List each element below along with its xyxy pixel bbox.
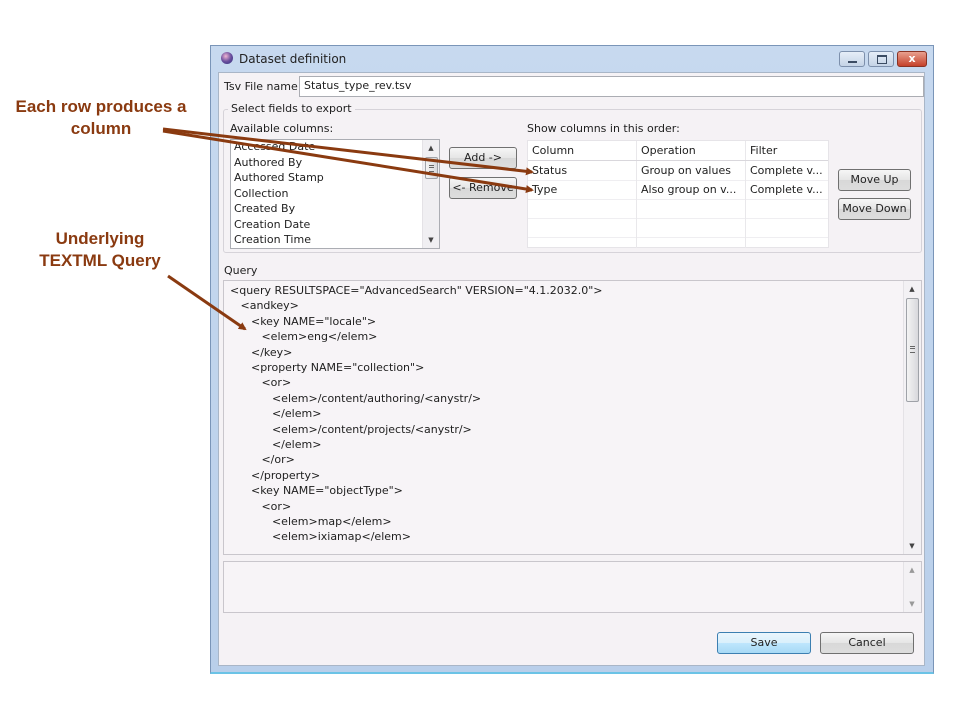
scroll-up-arrow-icon[interactable]: ▲ <box>904 281 920 297</box>
table-row-empty <box>528 199 828 219</box>
title-bar[interactable]: Dataset definition x <box>211 46 933 72</box>
show-columns-order-label: Show columns in this order: <box>527 122 680 135</box>
table-row-empty <box>528 237 828 248</box>
maximize-button[interactable] <box>868 51 894 67</box>
app-globe-icon <box>221 52 233 64</box>
annotation-textml-query: Underlying TEXTML Query <box>39 229 161 270</box>
list-item[interactable]: Created By <box>231 201 439 217</box>
column-header-filter[interactable]: Filter <box>746 141 830 160</box>
secondary-textarea[interactable]: ▲ ▼ <box>223 561 922 613</box>
annotation-row-produces-column: Each row produces a column <box>15 97 187 138</box>
scroll-thumb[interactable] <box>425 157 438 179</box>
secondary-scrollbar[interactable]: ▲ ▼ <box>903 562 921 612</box>
cell-operation[interactable]: Also group on v... <box>637 180 746 199</box>
tsv-file-name-label: Tsv File name <box>224 80 298 93</box>
query-line: </elem> <box>230 407 322 421</box>
window-title: Dataset definition <box>239 52 347 66</box>
cell-column: Status <box>528 161 637 180</box>
table-header: Column Operation Filter <box>528 141 828 161</box>
close-icon: x <box>908 52 916 65</box>
table-row[interactable]: Type Also group on v... Complete v... <box>528 180 828 200</box>
dialog-body: Tsv File name Status_type_rev.tsv Select… <box>218 72 925 666</box>
scroll-down-arrow-icon[interactable]: ▼ <box>904 596 920 612</box>
query-line: <property NAME="collection"> <box>230 361 425 374</box>
query-line: <elem>eng</elem> <box>230 330 378 344</box>
query-label: Query <box>224 264 258 277</box>
query-line: </property> <box>230 468 321 482</box>
add-button[interactable]: Add -> <box>449 147 517 169</box>
table-row[interactable]: Status Group on values Complete v... <box>528 161 828 181</box>
grip-icon <box>429 165 434 172</box>
query-line: <elem>/content/projects/<anystr/> <box>230 422 472 436</box>
query-line: <elem>ixiamap</elem> <box>230 530 411 544</box>
query-line: <query RESULTSPACE="AdvancedSearch" VERS… <box>230 284 603 297</box>
cell-column: Type <box>528 180 637 199</box>
query-textarea[interactable]: <elem>ixiamap</elem> <elem>map</elem> <o… <box>223 280 922 555</box>
list-item[interactable]: Creation Date <box>231 217 439 233</box>
available-columns-label: Available columns: <box>230 122 334 135</box>
scroll-down-arrow-icon[interactable]: ▼ <box>423 232 439 248</box>
column-header-column[interactable]: Column <box>528 141 637 160</box>
query-line: <andkey> <box>230 299 299 313</box>
minimize-button[interactable] <box>839 51 865 67</box>
query-line: </or> <box>230 453 295 467</box>
scroll-up-arrow-icon[interactable]: ▲ <box>904 562 920 578</box>
query-line: <key NAME="objectType"> <box>230 484 403 498</box>
list-item[interactable]: Authored By <box>231 155 439 171</box>
query-line: <or> <box>230 376 292 390</box>
selected-columns-table: Column Operation Filter Status Group on … <box>527 140 829 248</box>
table-row-empty <box>528 218 828 238</box>
query-line: <key NAME="locale"> <box>230 314 377 328</box>
column-header-operation[interactable]: Operation <box>637 141 746 160</box>
cell-filter[interactable]: Complete v... <box>746 180 830 199</box>
list-item[interactable]: Collection <box>231 186 439 202</box>
list-item[interactable]: Creation Time <box>231 232 439 248</box>
dataset-definition-dialog: Dataset definition x Tsv File name Statu… <box>210 45 934 674</box>
remove-button[interactable]: <- Remove <box>449 177 517 199</box>
list-item[interactable]: Accessed Date <box>231 140 439 155</box>
scroll-up-arrow-icon[interactable]: ▲ <box>423 140 439 156</box>
query-line: <elem>map</elem> <box>230 515 392 528</box>
available-columns-list[interactable]: Accessed Date Authored By Authored Stamp… <box>230 139 440 249</box>
query-line: </key> <box>230 345 293 359</box>
grip-icon <box>910 346 915 353</box>
available-columns-scrollbar[interactable]: ▲ ▼ <box>422 140 439 248</box>
select-fields-label: Select fields to export <box>228 102 355 115</box>
cell-operation[interactable]: Group on values <box>637 161 746 180</box>
query-scrollbar[interactable]: ▲ ▼ <box>903 281 921 554</box>
move-down-button[interactable]: Move Down <box>838 198 911 220</box>
list-item[interactable]: Authored Stamp <box>231 170 439 186</box>
save-button[interactable]: Save <box>717 632 811 654</box>
cancel-button[interactable]: Cancel <box>820 632 914 654</box>
scroll-thumb[interactable] <box>906 298 919 402</box>
cell-filter[interactable]: Complete v... <box>746 161 830 180</box>
move-up-button[interactable]: Move Up <box>838 169 911 191</box>
query-line: </elem> <box>230 438 322 451</box>
close-button[interactable]: x <box>897 51 927 67</box>
scroll-down-arrow-icon[interactable]: ▼ <box>904 538 920 554</box>
tsv-file-name-input[interactable]: Status_type_rev.tsv <box>299 76 924 97</box>
query-line: <or> <box>230 499 292 513</box>
query-line: <elem>/content/authoring/<anystr/> <box>230 391 482 405</box>
